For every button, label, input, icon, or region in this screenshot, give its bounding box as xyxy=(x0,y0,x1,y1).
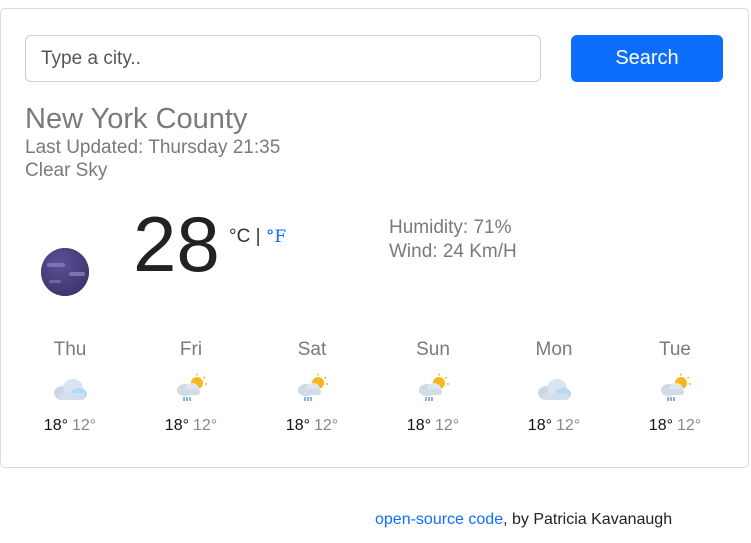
celsius-unit: °C xyxy=(229,226,251,247)
forecast-high: 18° xyxy=(285,417,310,434)
forecast-day-name: Sun xyxy=(416,339,450,360)
forecast-low: 12° xyxy=(677,417,702,434)
city-search-input[interactable] xyxy=(25,35,541,82)
forecast-day: Mon 18° 12° xyxy=(499,339,609,435)
forecast-day: Sat 18° 12° xyxy=(257,339,367,435)
forecast-low: 12° xyxy=(193,417,218,434)
forecast-low: 12° xyxy=(72,417,97,434)
night-clear-moon-icon xyxy=(41,248,89,296)
forecast-day-name: Mon xyxy=(535,339,573,360)
sun-cloud-rain-icon xyxy=(298,373,328,401)
forecast-high: 18° xyxy=(43,417,68,434)
sun-cloud-rain-icon xyxy=(419,373,449,401)
current-temperature: 28 xyxy=(133,200,220,288)
unit-separator: | xyxy=(250,226,266,247)
forecast-day: Tue 18° 12° xyxy=(620,339,730,435)
footer-credit: open-source code, by Patricia Kavanaugh xyxy=(375,511,672,529)
forecast-day-name: Tue xyxy=(658,339,692,360)
forecast-high: 18° xyxy=(406,417,431,434)
forecast-day: Sun 18° 12° xyxy=(378,339,488,435)
forecast-temps: 18° 12° xyxy=(499,417,609,435)
sun-cloud-rain-icon xyxy=(177,373,207,401)
cloud-icon xyxy=(54,379,87,400)
last-updated: Last Updated: Thursday 21:35 xyxy=(25,137,281,158)
forecast-temps: 18° 12° xyxy=(378,417,488,435)
forecast-temps: 18° 12° xyxy=(620,417,730,435)
search-button[interactable]: Search xyxy=(571,35,723,82)
city-name: New York County xyxy=(25,103,248,135)
author-credit: , by Patricia Kavanaugh xyxy=(503,511,673,528)
forecast-high: 18° xyxy=(164,417,189,434)
cloud-icon xyxy=(538,379,571,400)
forecast-row: Thu 18° 12° Fri 18° 12° Sat 18° 12° Sun … xyxy=(9,339,737,449)
fahrenheit-link[interactable]: °F xyxy=(266,227,286,247)
weather-card: Search New York County Last Updated: Thu… xyxy=(0,8,749,468)
forecast-high: 18° xyxy=(648,417,673,434)
forecast-low: 12° xyxy=(314,417,339,434)
forecast-low: 12° xyxy=(435,417,460,434)
source-code-link[interactable]: open-source code xyxy=(375,511,503,528)
forecast-day-name: Sat xyxy=(297,339,327,360)
forecast-day-name: Thu xyxy=(53,339,87,360)
humidity: Humidity: 71% xyxy=(389,217,512,238)
forecast-high: 18° xyxy=(527,417,552,434)
sun-cloud-rain-icon xyxy=(661,373,691,401)
weather-description: Clear Sky xyxy=(25,160,108,181)
forecast-low: 12° xyxy=(556,417,581,434)
forecast-day: Thu 18° 12° xyxy=(15,339,125,435)
forecast-day: Fri 18° 12° xyxy=(136,339,246,435)
wind-speed: Wind: 24 Km/H xyxy=(389,241,517,262)
forecast-day-name: Fri xyxy=(179,339,203,360)
unit-toggle: °C | °F xyxy=(229,226,286,248)
forecast-temps: 18° 12° xyxy=(257,417,367,435)
forecast-temps: 18° 12° xyxy=(15,417,125,435)
forecast-temps: 18° 12° xyxy=(136,417,246,435)
